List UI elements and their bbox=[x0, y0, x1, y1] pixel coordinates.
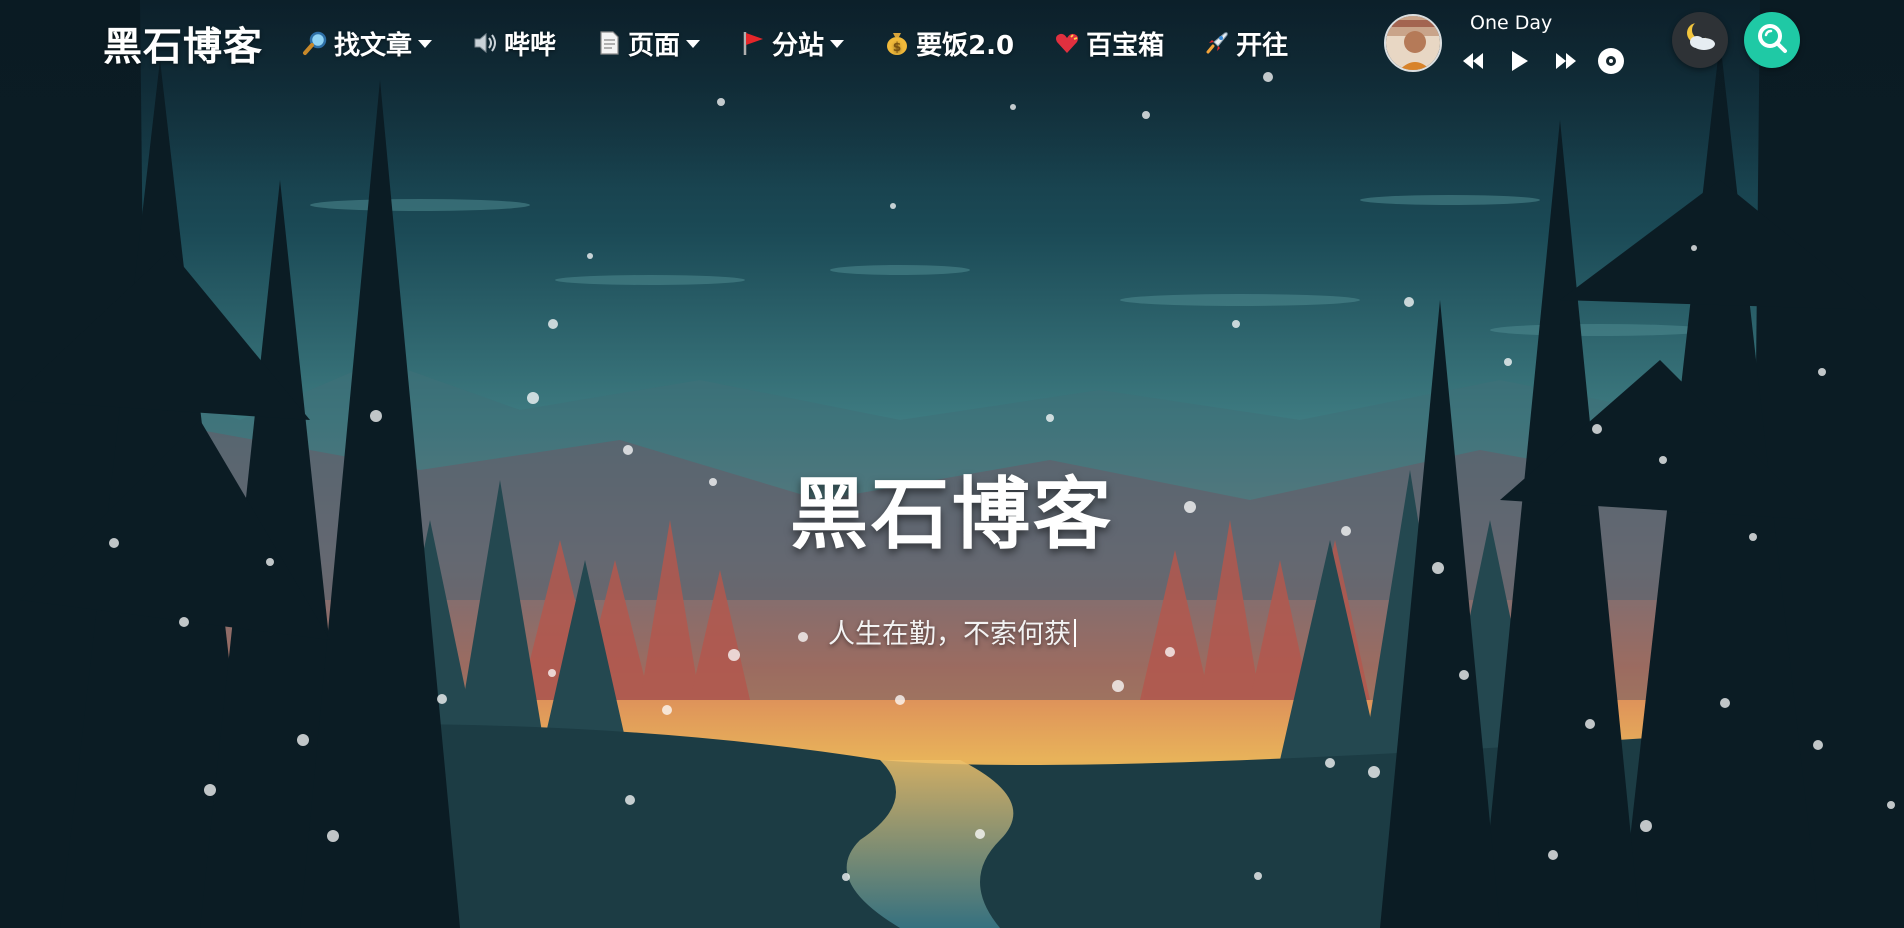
money-bag-icon: $ bbox=[882, 28, 912, 58]
song-title: One Day bbox=[1470, 12, 1553, 34]
speaker-icon bbox=[470, 28, 500, 58]
menu-item-label: 分站 bbox=[772, 30, 825, 61]
menu-item-bibi[interactable]: 哔哔 bbox=[470, 25, 556, 62]
menu-item-label: 要饭2.0 bbox=[916, 30, 1015, 61]
menu-item-pages[interactable]: 页面 bbox=[594, 25, 701, 62]
menu-item-label: 百宝箱 bbox=[1086, 30, 1165, 61]
weather-moon-icon bbox=[1680, 18, 1720, 62]
rocket-icon bbox=[1202, 28, 1232, 58]
menu-item-find-articles[interactable]: 找文章 bbox=[300, 25, 433, 62]
disc-icon[interactable] bbox=[1596, 46, 1626, 76]
top-navbar: 黑石博客 找文章 哔哔 页面 分站 $ 要饭2.0 百宝箱 开往 One Day bbox=[0, 0, 1904, 86]
page-icon bbox=[594, 28, 624, 58]
menu-item-label: 页面 bbox=[628, 30, 681, 61]
hero-subtitle-text: 人生在勤，不索何获 bbox=[828, 619, 1071, 650]
chevron-down-icon bbox=[686, 40, 701, 48]
menu-item-label: 哔哔 bbox=[504, 30, 557, 61]
svg-text:$: $ bbox=[893, 40, 901, 54]
menu-item-substations[interactable]: 分站 bbox=[738, 25, 845, 62]
flag-icon bbox=[738, 28, 768, 58]
search-button[interactable] bbox=[1744, 12, 1800, 68]
chevron-down-icon bbox=[418, 40, 433, 48]
previous-icon[interactable] bbox=[1458, 46, 1488, 76]
search-icon bbox=[1755, 21, 1789, 59]
magnifier-icon bbox=[300, 28, 330, 58]
theme-toggle-button[interactable] bbox=[1672, 12, 1728, 68]
typing-cursor bbox=[1074, 619, 1076, 647]
next-icon[interactable] bbox=[1551, 46, 1581, 76]
hero-subtitle: 人生在勤，不索何获 bbox=[0, 612, 1904, 651]
menu-item-treasure-box[interactable]: 百宝箱 bbox=[1052, 25, 1164, 62]
heart-icon bbox=[1052, 28, 1082, 58]
menu-item-label: 开往 bbox=[1236, 30, 1289, 61]
menu-item-label: 找文章 bbox=[334, 30, 413, 61]
play-icon[interactable] bbox=[1504, 46, 1534, 76]
menu-item-travelling[interactable]: 开往 bbox=[1202, 25, 1288, 62]
menu-item-donate[interactable]: $ 要饭2.0 bbox=[882, 25, 1014, 62]
album-cover[interactable] bbox=[1384, 14, 1442, 72]
hero-title: 黑石博客 bbox=[789, 469, 1114, 560]
main-menu: 找文章 哔哔 页面 分站 $ 要饭2.0 百宝箱 开往 bbox=[300, 22, 1326, 64]
music-player: One Day bbox=[1384, 12, 1624, 74]
site-brand-logo[interactable]: 黑石博客 bbox=[103, 16, 263, 70]
chevron-down-icon bbox=[830, 40, 845, 48]
